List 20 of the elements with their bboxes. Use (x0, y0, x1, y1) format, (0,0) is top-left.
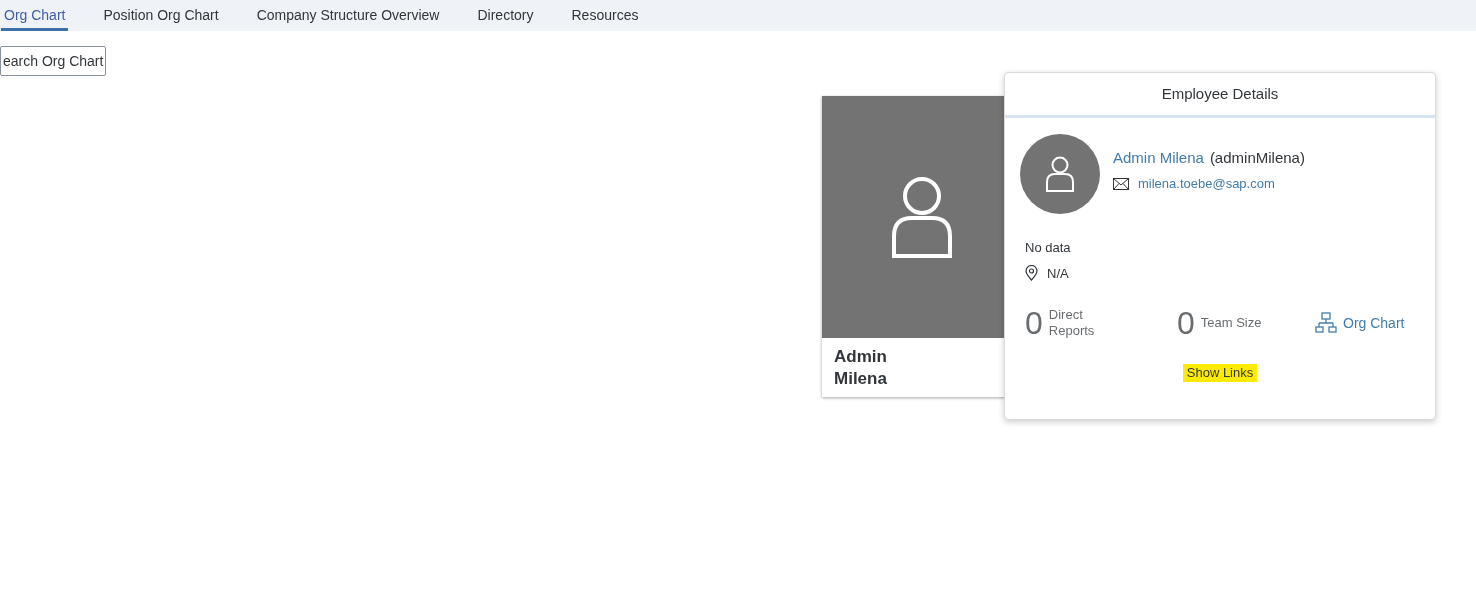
employee-name: Admin (834, 346, 888, 368)
stat-count: 0 (1177, 307, 1195, 339)
org-chart-link[interactable]: Org Chart (1315, 312, 1405, 334)
employee-name: Milena (834, 368, 888, 390)
stat-label: Direct Reports (1048, 307, 1095, 339)
tab[interactable]: Position Org Chart (100, 0, 222, 31)
search-button[interactable]: earch Org Chart (0, 46, 107, 76)
tab[interactable]: Company Structure Overview (253, 0, 443, 31)
show-links-link[interactable]: Show Links (1182, 364, 1258, 382)
tab[interactable]: Org Chart (1, 0, 69, 31)
stat-count: 0 (1025, 307, 1043, 339)
stat-label: Team Size (1200, 315, 1262, 331)
popover-title: Employee Details (1161, 83, 1279, 104)
tab[interactable]: Resources (568, 0, 642, 31)
employee-name-link[interactable]: Admin Milena (1113, 146, 1204, 169)
location-text: N/A (1047, 264, 1069, 283)
user-id: (adminMilena) (1209, 147, 1305, 168)
job-title: No data (1025, 239, 1072, 257)
email-link[interactable]: milena.toebe@sap.com (1138, 174, 1275, 194)
tab[interactable]: Directory (474, 0, 537, 31)
